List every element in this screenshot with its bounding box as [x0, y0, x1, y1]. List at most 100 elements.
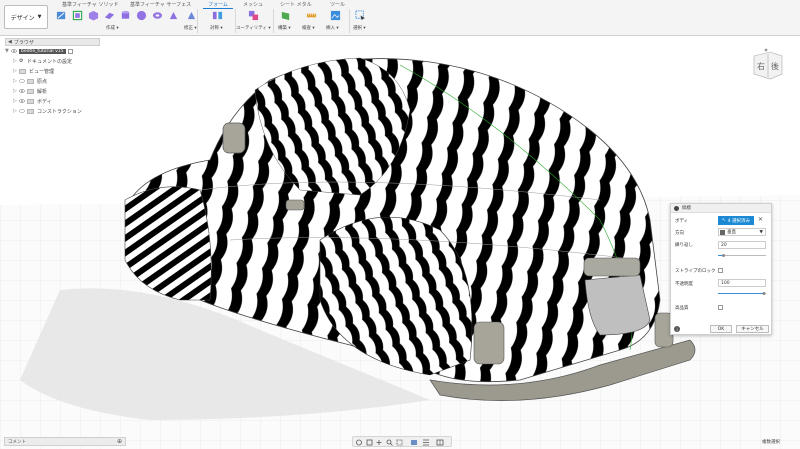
cube-icon[interactable]	[88, 10, 99, 21]
opacity-slider[interactable]	[718, 292, 766, 295]
utility-icon[interactable]	[248, 10, 259, 21]
panel-options-icon[interactable]	[674, 205, 679, 211]
direction-dropdown[interactable]: 垂直 ▼	[718, 228, 766, 236]
sketch-icon[interactable]	[56, 10, 67, 21]
browser-title: ブラウザ	[13, 39, 34, 46]
cylinder-icon[interactable]	[120, 10, 131, 21]
tree-item-construction[interactable]: ▷ コンストラクション	[5, 106, 100, 116]
navigation-bar	[352, 436, 452, 447]
tab-form[interactable]: フォーム	[203, 1, 233, 9]
gear-icon: ⚙	[19, 58, 24, 64]
multi-select-status: 複数選択	[762, 440, 780, 445]
construct-group: 構築 ▾	[278, 10, 300, 34]
modify-group: 修正 ▾	[184, 10, 204, 34]
cursor-icon: ↖	[721, 218, 726, 223]
plane-icon[interactable]	[104, 10, 115, 21]
sphere-icon[interactable]	[136, 10, 147, 21]
select-cursor-icon[interactable]	[355, 10, 366, 21]
eye-icon[interactable]	[11, 49, 17, 53]
repeat-label: 繰り返し	[675, 243, 693, 248]
tree-item-bodies[interactable]: ▷ ボディ	[5, 96, 100, 106]
construct-plane-icon[interactable]	[280, 10, 291, 21]
symmetry-icon[interactable]	[212, 10, 223, 21]
tab-surface[interactable]: 基準フィーチャ サーフェス	[130, 1, 191, 9]
toolbar-divider	[349, 9, 350, 33]
modify-label[interactable]: 修正 ▾	[184, 25, 197, 31]
info-icon[interactable]: i	[674, 326, 680, 332]
create-label[interactable]: 作成 ▾	[106, 25, 119, 31]
viewcube-back-label[interactable]: 後	[771, 61, 779, 72]
folder-icon	[27, 108, 34, 114]
cancel-button[interactable]: キャンセル	[736, 325, 769, 333]
tree-item-document-settings[interactable]: ▷ ⚙ ドキュメントの設定	[5, 56, 100, 66]
collapse-icon[interactable]: ◀	[8, 39, 12, 45]
utility-label[interactable]: ユーティリティ ▾	[236, 25, 271, 31]
tree-item-label: 解析	[37, 88, 48, 95]
panel-header[interactable]: 縞模	[671, 204, 771, 213]
comments-label: コメント	[8, 439, 26, 445]
modify-icon[interactable]	[186, 10, 197, 21]
zoom-icon[interactable]	[386, 439, 393, 446]
tree-root[interactable]: ▼ beetle_tutorial v15	[5, 46, 100, 56]
inspect-label[interactable]: 検査 ▾	[302, 25, 315, 31]
tab-sheet-metal[interactable]: シート メタル	[280, 1, 312, 9]
opacity-input[interactable]: 100	[718, 279, 766, 287]
viewcube[interactable]: 右 後	[748, 46, 788, 82]
eye-icon[interactable]	[19, 79, 25, 83]
eye-icon[interactable]	[19, 89, 25, 93]
torus-icon[interactable]	[152, 10, 163, 21]
chevron-down-icon: ▼	[759, 229, 763, 235]
box-form-icon[interactable]	[72, 10, 83, 21]
orbit-icon[interactable]	[356, 439, 362, 446]
tab-solid[interactable]: 基準フィーチャ ソリッド	[62, 1, 118, 9]
ok-button[interactable]: OK	[710, 325, 732, 333]
select-label[interactable]: 選択 ▾	[353, 25, 366, 31]
symmetry-group: 対称 ▾	[208, 10, 230, 34]
viewports-icon[interactable]	[436, 439, 444, 446]
tree-item-label: ビュー管理	[29, 68, 55, 75]
insert-image-icon[interactable]	[330, 10, 341, 21]
tree-item-label: 原点	[37, 78, 48, 85]
stripe-lock-checkbox[interactable]	[718, 268, 723, 273]
zebra-analysis-panel: 縞模 ボディ ↖ 4 選択済み ✕ 方向 垂直 ▼ 繰り返し 20 ストライプの…	[670, 203, 772, 335]
insert-group: 挿入 ▾	[326, 10, 348, 34]
tab-mesh[interactable]: メッシュ	[243, 1, 263, 9]
body-selection-button[interactable]: ↖ 4 選択済み	[718, 216, 754, 225]
folder-icon	[27, 78, 34, 84]
grid-settings-icon[interactable]	[423, 439, 429, 446]
folder-icon	[19, 68, 26, 74]
workspace-switcher-button[interactable]: デザイン ▼	[4, 5, 48, 29]
eye-icon[interactable]	[19, 99, 25, 103]
construct-label[interactable]: 構築 ▾	[278, 25, 291, 31]
repeat-input[interactable]: 20	[718, 241, 766, 249]
toolbar-divider	[273, 9, 274, 33]
inspect-group: 検査 ▾	[302, 10, 324, 34]
clear-selection-icon[interactable]: ✕	[758, 216, 763, 223]
eye-icon[interactable]	[19, 109, 25, 113]
symmetry-label[interactable]: 対称 ▾	[210, 25, 223, 31]
measure-icon[interactable]	[306, 10, 317, 21]
pan-icon[interactable]	[376, 440, 382, 445]
document-root-label[interactable]: beetle_tutorial v15	[19, 48, 66, 54]
activate-radio-icon[interactable]	[67, 48, 73, 54]
direction-value: 垂直	[727, 230, 736, 235]
tree-item-analysis[interactable]: ▷ 解析	[5, 86, 100, 96]
insert-label[interactable]: 挿入 ▾	[326, 25, 339, 31]
high-quality-checkbox[interactable]	[718, 305, 723, 310]
tree-item-origin[interactable]: ▷ 原点	[5, 76, 100, 86]
panel-title: 縞模	[682, 206, 691, 211]
opacity-slider-thumb[interactable]	[762, 292, 766, 295]
high-quality-label: 高品質	[675, 306, 689, 311]
add-comment-icon[interactable]: ⊕	[117, 438, 122, 445]
repeat-slider-thumb[interactable]	[722, 254, 726, 257]
quadball-icon[interactable]	[168, 10, 179, 21]
fit-icon[interactable]	[396, 439, 403, 446]
viewcube-right-label[interactable]: 右	[757, 61, 765, 72]
look-at-icon[interactable]	[366, 439, 373, 446]
display-settings-icon[interactable]	[411, 440, 417, 445]
comments-bar[interactable]: コメント ⊕	[4, 437, 126, 446]
tab-tools[interactable]: ツール	[330, 1, 345, 9]
repeat-slider[interactable]	[718, 254, 766, 257]
tree-item-named-views[interactable]: ▷ ビュー管理	[5, 66, 100, 76]
browser-header[interactable]: ◀ ブラウザ	[5, 38, 100, 46]
